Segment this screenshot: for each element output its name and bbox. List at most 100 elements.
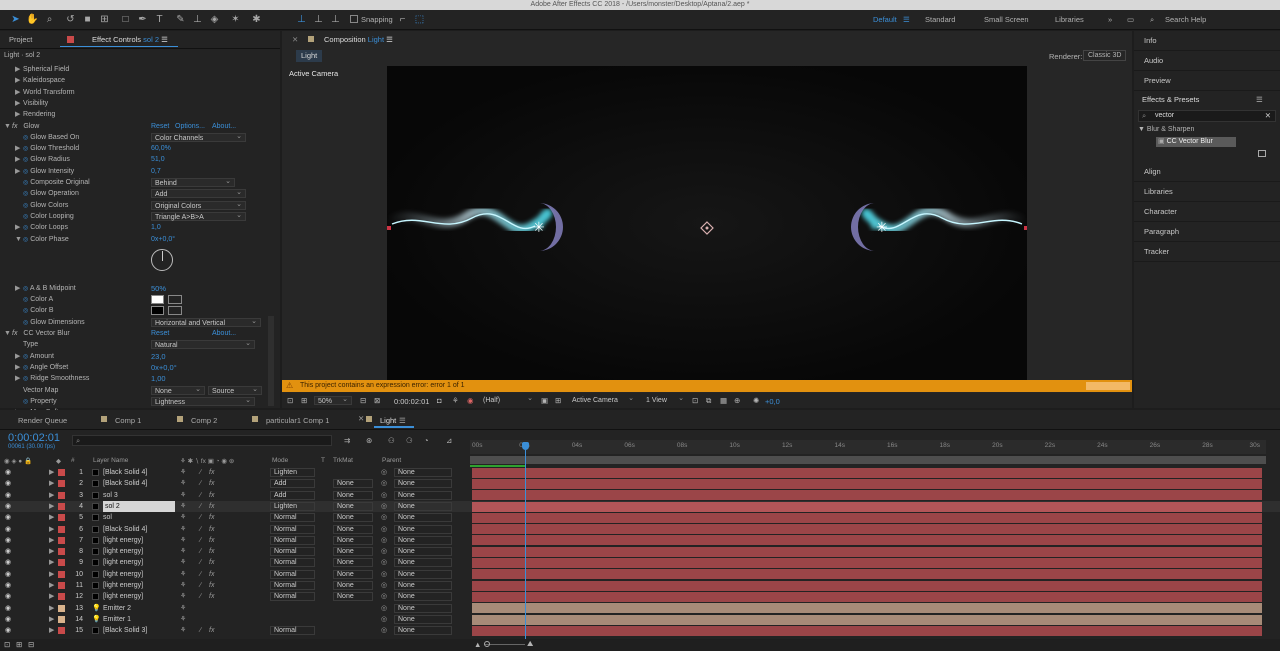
quality-switch-icon[interactable]: ∕ (200, 557, 201, 568)
glow-color-a-swatch[interactable] (151, 295, 164, 305)
fx-switch-icon[interactable]: fx (209, 524, 214, 535)
glow-prop-value-3[interactable]: 0,7 (151, 166, 161, 177)
expression-error-bar[interactable]: ⚠ This project contains an expression er… (282, 380, 1132, 392)
blend-mode-dropdown[interactable]: Lighten (270, 501, 315, 511)
eye-icon[interactable]: ◉ (5, 535, 11, 546)
panel-align[interactable]: Align (1134, 162, 1280, 182)
layer-name-header[interactable]: Layer Name (93, 457, 128, 464)
fx-switch-icon[interactable]: fx (209, 557, 214, 568)
effect-group-3[interactable]: ▶ Visibility (15, 98, 48, 109)
layer-name[interactable]: [light energy] (103, 580, 143, 591)
shy-switch-icon[interactable]: ⚘ (180, 625, 186, 636)
layer-label-color[interactable] (58, 559, 65, 567)
transparency-grid-icon[interactable]: ⊞ (555, 396, 561, 405)
zoom-in-icon[interactable]: ⛰ (527, 639, 533, 649)
comp-mini-flowchart-icon[interactable]: ⇉ (344, 436, 350, 445)
camera-dropdown[interactable]: Active Camera (569, 394, 637, 405)
parent-dropdown[interactable]: None (394, 569, 452, 579)
blend-mode-dropdown[interactable]: Lighten (270, 468, 315, 477)
blend-mode-dropdown[interactable]: Normal (270, 626, 315, 636)
roi-icon[interactable]: ▣ (541, 396, 548, 405)
blend-mode-dropdown[interactable]: Normal (270, 547, 315, 557)
effect-group-1[interactable]: ▶ Kaleidospace (15, 75, 65, 86)
color-phase-dial[interactable] (151, 248, 173, 271)
work-area-bar[interactable] (470, 456, 1266, 464)
parent-dropdown[interactable]: None (394, 468, 452, 477)
vector-map-source-dropdown[interactable]: Source (208, 385, 262, 395)
panel-paragraph[interactable]: Paragraph (1134, 222, 1280, 242)
zoom-out-icon[interactable]: ▲ (474, 640, 481, 649)
glow-prop-dropdown-6[interactable]: Original Colors (151, 200, 246, 210)
grid-options-icon[interactable]: ⊞ (301, 396, 307, 405)
layer-name[interactable]: [Black Solid 4] (103, 478, 147, 489)
quality-switch-icon[interactable]: ∕ (200, 625, 201, 636)
timeline-tab-4[interactable]: Light (380, 416, 396, 425)
parent-dropdown[interactable]: None (394, 603, 452, 613)
layer-duration-bar[interactable] (472, 467, 1262, 478)
eraser-tool-icon[interactable]: ◈ (208, 13, 221, 26)
zoom-tool-icon[interactable]: ⌕ (43, 13, 56, 26)
layer-label-color[interactable] (58, 627, 65, 635)
pickwhip-icon[interactable]: ◎ (381, 467, 387, 478)
shy-switch-icon[interactable]: ⚘ (180, 546, 186, 557)
eye-icon[interactable]: ◉ (5, 501, 11, 512)
in-out-toggle-icon[interactable]: ⊟ (28, 640, 34, 649)
trkmat-dropdown[interactable]: None (333, 479, 373, 489)
layer-duration-bar[interactable] (472, 512, 1262, 523)
pickwhip-icon[interactable]: ◎ (381, 546, 387, 557)
expand-triangle-icon[interactable]: ▶ (49, 546, 54, 557)
layer-label-color[interactable] (58, 514, 65, 522)
eyedropper-icon[interactable] (168, 306, 182, 316)
layer-duration-bar[interactable] (472, 580, 1262, 591)
quality-switch-icon[interactable]: ∕ (200, 580, 201, 591)
layer-label-color[interactable] (58, 570, 65, 578)
shy-switch-icon[interactable]: ⚘ (180, 501, 186, 512)
effects-presets-title[interactable]: Effects & Presets (1142, 95, 1199, 104)
glow-prop-dropdown-5[interactable]: Add (151, 188, 246, 199)
camera-tool-icon[interactable]: ■ (81, 13, 94, 26)
vb-amount-value[interactable]: 23,0 (151, 351, 166, 362)
layer-label-color[interactable] (58, 469, 65, 476)
workspace-menu-icon[interactable]: ☰ (903, 15, 910, 24)
blend-mode-dropdown[interactable]: Add (270, 479, 315, 489)
expand-triangle-icon[interactable]: ▶ (49, 535, 54, 546)
pickwhip-icon[interactable]: ◎ (381, 501, 387, 512)
rotate-tool-icon[interactable]: ↺ (64, 13, 77, 26)
eye-icon[interactable]: ◉ (5, 490, 11, 501)
layer-name[interactable]: [light energy] (103, 557, 143, 568)
tab-menu-icon[interactable]: ☰ (399, 416, 406, 425)
draft-3d-icon[interactable]: ▦ (720, 396, 727, 405)
zoom-slider-knob[interactable] (484, 641, 490, 647)
parent-dropdown[interactable]: None (394, 479, 452, 489)
new-folder-icon[interactable] (1258, 150, 1266, 157)
trkmat-dropdown[interactable]: None (333, 547, 373, 557)
color-channel-icon[interactable]: ◉ (467, 396, 474, 405)
eye-icon[interactable]: ◉ (5, 546, 11, 557)
trkmat-dropdown[interactable]: None (333, 513, 373, 523)
glow-prop-value-8[interactable]: 1,0 (151, 222, 161, 233)
snap-option-icon[interactable]: ⌐ (396, 13, 409, 26)
trkmat-dropdown[interactable]: None (333, 490, 373, 500)
pickwhip-icon[interactable]: ◎ (381, 535, 387, 546)
pickwhip-icon[interactable]: ◎ (381, 614, 387, 625)
pickwhip-icon[interactable]: ◎ (381, 524, 387, 535)
blend-mode-dropdown[interactable]: Normal (270, 592, 315, 602)
expand-triangle-icon[interactable]: ▶ (49, 557, 54, 568)
glow-reset-link[interactable]: Reset (151, 121, 169, 132)
fx-switch-icon[interactable]: fx (209, 467, 214, 478)
vb-ridge-value[interactable]: 1,00 (151, 373, 166, 384)
property-dropdown[interactable]: Lightness (151, 396, 255, 406)
expand-triangle-icon[interactable]: ▶ (49, 614, 54, 625)
layer-name[interactable]: Emitter 1 (103, 614, 131, 625)
expand-triangle-icon[interactable]: ▶ (49, 490, 54, 501)
hand-tool-icon[interactable]: ✋ (26, 13, 39, 26)
layer-duration-bar[interactable] (472, 501, 1262, 512)
glow-prop-dropdown-7[interactable]: Triangle A>B>A (151, 211, 246, 221)
always-preview-icon[interactable]: ⊡ (287, 396, 293, 405)
cc-vector-blur-header[interactable]: ▼fx CC Vector Blur Reset About... (4, 328, 274, 339)
toggle-pixel-icon[interactable]: ⊡ (692, 396, 698, 405)
glow-prop-dropdown-4[interactable]: Behind (151, 177, 235, 187)
selection-tool-icon[interactable]: ➤ (9, 13, 22, 26)
blend-mode-dropdown[interactable]: Normal (270, 535, 315, 545)
timeline-tab-1[interactable]: Comp 1 (115, 416, 141, 425)
